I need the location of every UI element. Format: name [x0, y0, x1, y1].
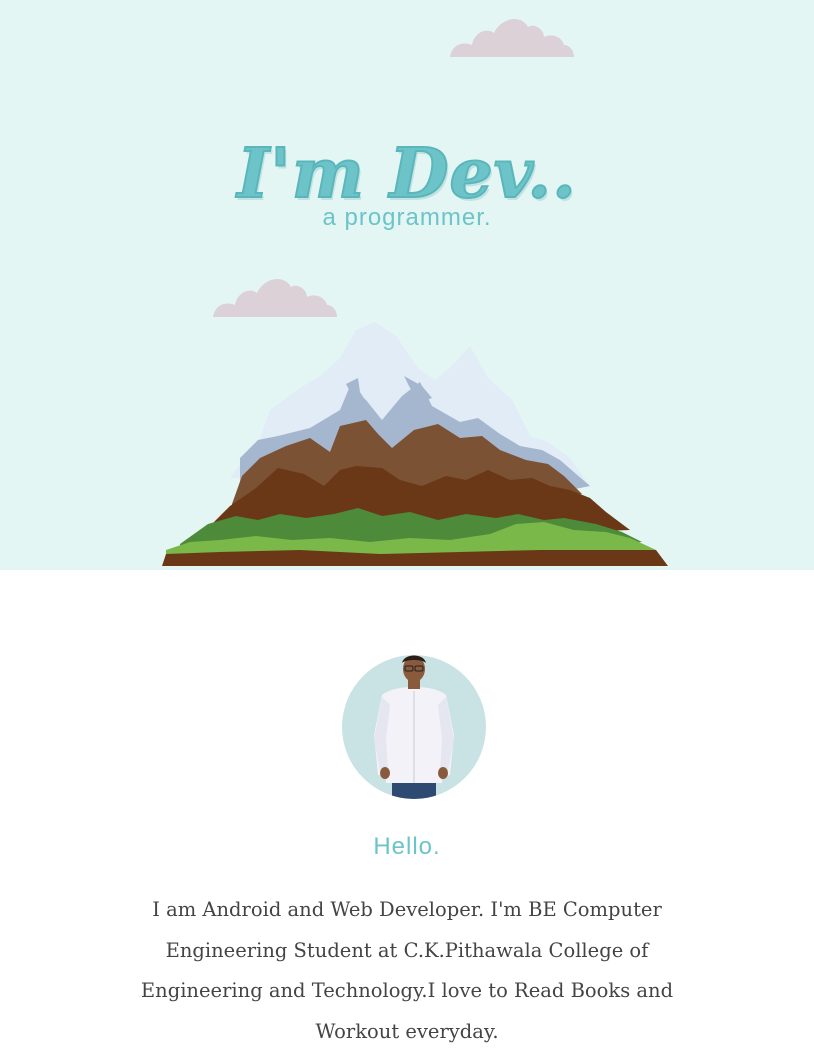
hero-title: I'm Dev..: [236, 133, 577, 215]
greeting-heading: Hello.: [373, 833, 441, 860]
profile-photo: [374, 655, 454, 799]
avatar: [342, 655, 486, 799]
hero-section: I'm Dev.. a programmer.: [0, 0, 814, 570]
hero-subtitle: a programmer.: [322, 204, 492, 231]
about-section: Hello. I am Android and Web Developer. I…: [0, 570, 814, 1057]
cloud-illustration: [450, 19, 574, 57]
bio-text: I am Android and Web Developer. I'm BE C…: [140, 898, 674, 1043]
mountain-illustration: [162, 322, 668, 566]
cloud-illustration: [213, 279, 337, 317]
